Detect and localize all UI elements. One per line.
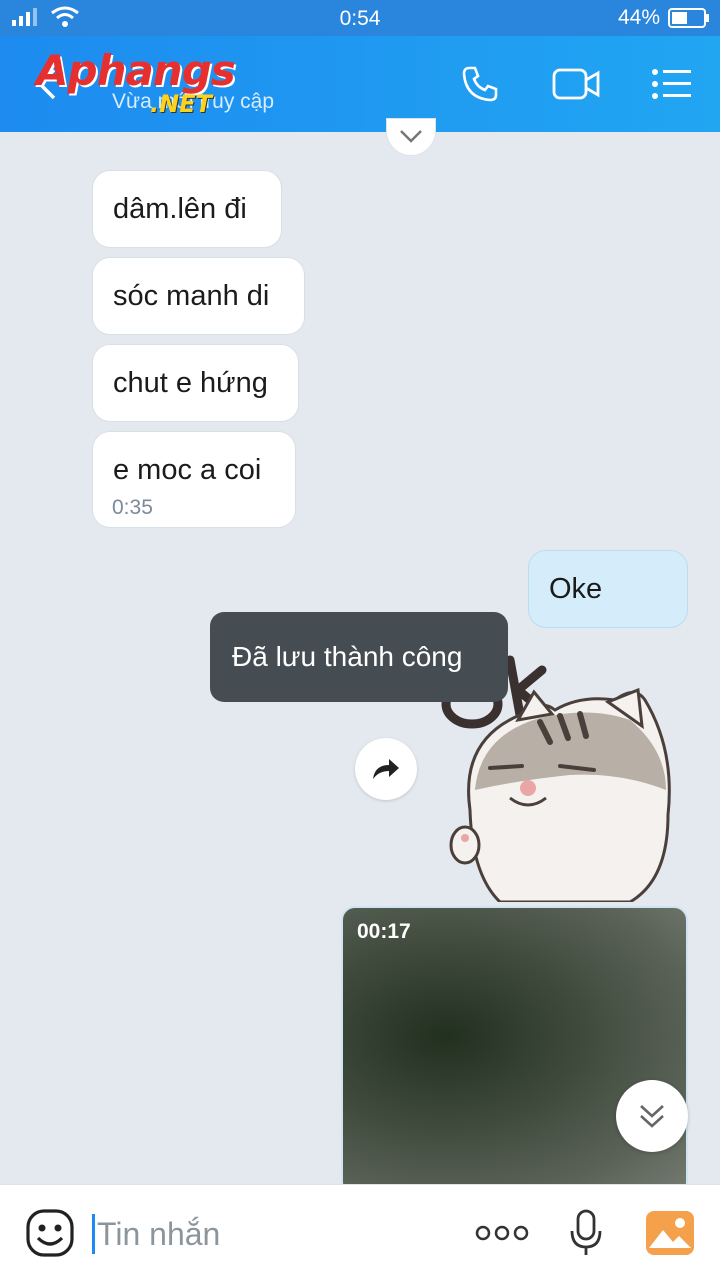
image-gallery-icon [646,1211,694,1255]
emoji-button[interactable] [22,1205,78,1261]
microphone-icon [570,1209,602,1255]
phone-icon [462,66,498,102]
battery-percent: 44% [617,6,660,29]
toast-notification: Đã lưu thành công [210,612,508,702]
reaction-button[interactable] [386,118,436,156]
watermark-logo: Aphangs [36,46,236,95]
video-message[interactable]: 00:17 [341,906,688,1196]
status-time: 0:54 [339,7,381,30]
gallery-button[interactable] [642,1205,698,1261]
battery-icon [668,8,709,28]
list-menu-icon [652,69,691,99]
battery: 44% [618,6,710,30]
double-chevron-down-icon [640,1105,664,1128]
scroll-to-bottom-button[interactable] [616,1080,688,1152]
video-duration: 00:17 [357,920,411,943]
status-bar: 0:54 44% [0,0,720,36]
outgoing-message[interactable]: Oke [528,550,688,628]
message-input-bar: Tin nhắn [0,1184,720,1281]
watermark-logo-suffix: .NET [150,90,212,118]
forward-button[interactable] [355,738,417,800]
chat-header: Vừa mới truy cập Aphangs .NET [0,36,720,132]
message-input-placeholder: Tin nhắn [97,1215,221,1252]
message-input[interactable]: Tin nhắn [92,1211,452,1257]
incoming-message[interactable]: chut e hứng [92,344,299,422]
sticker-face-icon [26,1209,74,1257]
message-timestamp: 0:35 [112,496,153,519]
share-arrow-icon [373,759,399,779]
video-camera-icon [552,68,600,100]
call-button[interactable] [456,60,504,108]
text-caret [92,1214,95,1254]
more-dots-icon [475,1225,529,1241]
menu-button[interactable] [648,60,696,108]
voice-message-button[interactable] [558,1205,614,1261]
incoming-message[interactable]: sóc manh di [92,257,305,335]
heart-icon [400,130,422,143]
video-call-button[interactable] [552,60,600,108]
more-options-button[interactable] [474,1205,530,1261]
incoming-message[interactable]: dâm.lên đi [92,170,282,248]
